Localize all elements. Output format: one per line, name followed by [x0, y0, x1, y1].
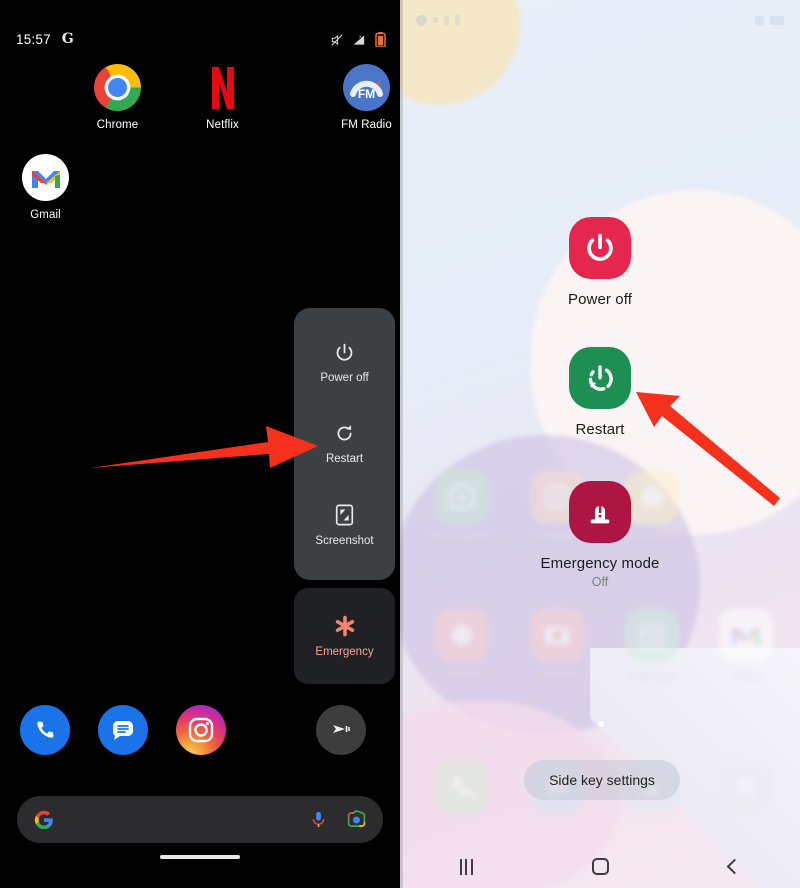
- power-off-label: Power off: [568, 291, 632, 308]
- screenshot-icon: [335, 504, 354, 525]
- app-row-2: Gmail: [0, 154, 400, 244]
- left-dock: [0, 700, 400, 760]
- restart-icon: [569, 347, 631, 409]
- power-off-option[interactable]: Power off: [320, 342, 369, 384]
- side-key-settings-button[interactable]: Side key settings: [524, 760, 680, 800]
- left-power-menu: Power off Restart Screenshot: [294, 308, 395, 580]
- fm-radio-icon: FM: [343, 64, 390, 111]
- messages-icon[interactable]: [98, 705, 148, 755]
- mute-icon: [331, 33, 343, 46]
- emergency-asterisk-icon: [335, 615, 354, 637]
- annotation-arrow-left: [90, 426, 318, 468]
- right-phone-screen: B WA Business Instagram Terrachow Galler…: [400, 0, 800, 888]
- left-app-grid: Chrome Netflix FM FM Radio Gmail: [0, 64, 400, 244]
- screenshot-stage: 15:57 G × Chrome Netflix FM FM Radio Gma…: [0, 0, 800, 888]
- google-search-bar[interactable]: [17, 796, 383, 843]
- emergency-mode-label: Emergency mode: [540, 555, 660, 572]
- app-label: Netflix: [206, 119, 239, 131]
- emergency-mode-icon: [569, 481, 631, 543]
- battery-icon: [375, 32, 386, 47]
- emergency-button[interactable]: Emergency: [294, 588, 395, 684]
- restart-option[interactable]: Restart: [326, 423, 363, 465]
- emergency-mode-status: Off: [591, 575, 609, 589]
- screenshot-label: Screenshot: [315, 534, 374, 547]
- left-phone-screen: 15:57 G × Chrome Netflix FM FM Radio Gma…: [0, 0, 400, 888]
- search-actions: [309, 809, 367, 830]
- app-gmail[interactable]: Gmail: [7, 154, 84, 244]
- search-input[interactable]: [65, 811, 299, 828]
- power-icon: [336, 343, 353, 361]
- power-off-label: Power off: [320, 371, 369, 384]
- app-row-1: Chrome Netflix FM FM Radio: [0, 64, 400, 154]
- left-status-bar-right: ×: [330, 32, 386, 47]
- restart-label: Restart: [575, 421, 625, 438]
- home-indicator[interactable]: [160, 855, 240, 859]
- svg-text:×: ×: [359, 34, 362, 40]
- clock: 15:57: [16, 31, 51, 47]
- app-label: Chrome: [96, 119, 139, 131]
- right-nav-bar: [400, 845, 800, 888]
- google-assistant-glyph: G: [61, 31, 74, 47]
- vpn-icon[interactable]: [316, 705, 366, 755]
- app-label: Gmail: [30, 209, 61, 221]
- instagram-icon[interactable]: [176, 705, 226, 755]
- gmail-icon: [22, 154, 69, 201]
- side-key-settings-label: Side key settings: [549, 772, 655, 788]
- restart-icon: [337, 424, 352, 440]
- restart-label: Restart: [325, 452, 364, 465]
- restart-option[interactable]: Restart: [400, 347, 800, 438]
- google-lens-icon[interactable]: [346, 809, 367, 830]
- power-off-option[interactable]: Power off: [400, 217, 800, 308]
- google-g-icon: [34, 810, 53, 829]
- recents-icon[interactable]: [459, 858, 473, 875]
- emergency-mode-option[interactable]: Emergency mode Off: [400, 481, 800, 589]
- left-status-bar-left: 15:57 G: [16, 31, 74, 47]
- netflix-icon: [199, 64, 246, 111]
- emergency-label: Emergency: [315, 646, 374, 658]
- left-status-bar: 15:57 G ×: [0, 0, 400, 55]
- app-netflix[interactable]: Netflix: [189, 64, 256, 154]
- svg-text:FM: FM: [358, 87, 375, 101]
- app-fm-radio[interactable]: FM FM Radio: [333, 64, 400, 154]
- microphone-icon[interactable]: [309, 810, 328, 829]
- chrome-icon: [94, 64, 141, 111]
- home-icon[interactable]: [592, 858, 610, 875]
- right-power-menu: Power off Restart Emergency mode Off: [400, 0, 800, 888]
- power-icon: [569, 217, 631, 279]
- back-icon[interactable]: [726, 858, 743, 875]
- screenshot-option[interactable]: Screenshot: [315, 504, 374, 547]
- app-chrome[interactable]: Chrome: [84, 64, 151, 154]
- signal-no-service-icon: ×: [353, 34, 365, 45]
- phone-icon[interactable]: [20, 705, 70, 755]
- app-label: FM Radio: [341, 119, 392, 131]
